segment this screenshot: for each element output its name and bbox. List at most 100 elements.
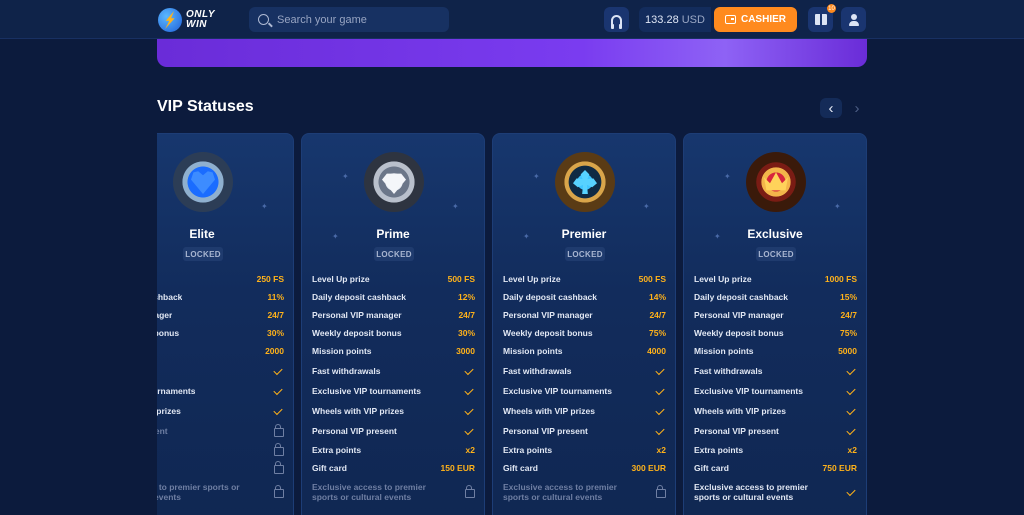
benefit-label: Daily deposit cashback xyxy=(503,292,598,302)
benefit-row: points2000 xyxy=(157,346,284,356)
benefit-label: posit cashback xyxy=(157,292,183,302)
benefit-row: Exclusive access to premier sports or cu… xyxy=(503,482,666,502)
benefit-row: Weekly deposit bonus 30% xyxy=(312,328,475,338)
benefit-row: posit cashback 11% xyxy=(157,292,284,302)
benefit-row: Personal VIP present xyxy=(503,425,666,436)
premier-badge-icon xyxy=(555,152,615,212)
chevron-left-icon: ‹ xyxy=(828,99,834,117)
benefit-value: 150 EUR xyxy=(440,463,476,473)
check-icon xyxy=(655,425,665,435)
check-icon xyxy=(846,486,856,496)
benefit-value: 24/7 xyxy=(840,310,857,320)
benefit-value: 750 EUR xyxy=(822,463,858,473)
benefit-label: Mission points xyxy=(694,346,754,356)
benefit-value: 75% xyxy=(839,328,857,338)
benefit-row: drawals xyxy=(157,365,284,376)
benefit-label: Gift card xyxy=(503,463,538,473)
benefit-row: Exclusive access to premier sports or cu… xyxy=(694,482,857,502)
benefit-label: Mission points xyxy=(312,346,372,356)
benefit-label: Extra points xyxy=(312,445,362,455)
sparkle-icon: ✦ xyxy=(261,202,268,211)
benefit-row: Extra points x2 xyxy=(503,445,666,455)
benefit-row: Fast withdrawals xyxy=(694,365,857,376)
check-icon xyxy=(655,385,665,395)
benefit-value: 75% xyxy=(648,328,666,338)
benefit-value: x2 xyxy=(465,445,475,455)
benefit-row: Gift card 300 EUR xyxy=(503,463,666,473)
benefit-row: Daily deposit cashback 15% xyxy=(694,292,857,302)
check-icon xyxy=(655,405,665,415)
chevron-right-icon: › xyxy=(854,99,860,117)
benefit-row: Gift card 150 EUR xyxy=(312,463,475,473)
cashier-label: CASHIER xyxy=(740,14,786,25)
benefit-label: Fast withdrawals xyxy=(312,366,381,376)
benefit-row: Extra points x2 xyxy=(694,445,857,455)
benefit-label: Exclusive VIP tournaments xyxy=(694,386,803,396)
vip-card-prime[interactable]: ✦ ✦ ✦ Prime LOCKED Level Up prize 500 FS Daily … xyxy=(301,133,485,515)
status-badge: LOCKED xyxy=(756,247,796,261)
lock-icon xyxy=(274,443,284,456)
check-icon xyxy=(464,425,474,435)
exclusive-badge-icon xyxy=(746,152,806,212)
search-box[interactable] xyxy=(249,7,449,32)
benefit-label: Extra points xyxy=(503,445,553,455)
benefit-value: x2 xyxy=(847,445,857,455)
sparkle-icon: ✦ xyxy=(533,172,540,181)
section-title: VIP Statuses xyxy=(157,98,254,115)
vip-card-exclusive[interactable]: ✦ ✦ ✦ Exclusive LOCKED Level Up prize 1000 FS D… xyxy=(683,133,867,515)
benefit-row: VIP manager 24/7 xyxy=(157,310,284,320)
benefit-value: 30% xyxy=(266,328,284,338)
logo[interactable]: ONLY WIN xyxy=(158,7,215,33)
benefit-value: x2 xyxy=(656,445,666,455)
benefit-label: e access to premier sports or cultural e… xyxy=(157,482,240,502)
benefit-row: e VIP tournaments xyxy=(157,385,284,396)
benefit-label: Wheels with VIP prizes xyxy=(503,406,595,416)
benefit-label: Exclusive access to premier sports or cu… xyxy=(694,482,808,502)
carousel-prev-button[interactable]: ‹ xyxy=(820,98,842,118)
balance-display: 133.28 USD xyxy=(639,7,711,32)
cashier-button[interactable]: CASHIER xyxy=(714,7,797,32)
support-button[interactable] xyxy=(604,7,629,32)
benefit-label: Extra points xyxy=(694,445,744,455)
sparkle-icon: ✦ xyxy=(643,202,650,211)
benefit-row: Weekly deposit bonus 75% xyxy=(694,328,857,338)
wallet-icon xyxy=(724,15,736,24)
heart-icon xyxy=(191,171,215,194)
benefit-row: Personal VIP manager 24/7 xyxy=(503,310,666,320)
top-header: ONLY WIN 133.28 USD CASHIER 10 xyxy=(0,0,1024,39)
vip-card-elite[interactable]: ✦✦✦EliteLOCKEDprize250 FSposit cashback1… xyxy=(157,133,294,515)
lock-icon xyxy=(274,424,284,437)
benefit-row: Exclusive access to premier sports or cu… xyxy=(312,482,475,502)
gifts-button[interactable]: 10 xyxy=(808,4,836,32)
gift-count-badge: 10 xyxy=(827,4,836,13)
benefit-row: Extra points x2 xyxy=(312,445,475,455)
benefit-label: Wheels with VIP prizes xyxy=(694,406,786,416)
elite-badge-icon xyxy=(173,152,233,212)
lock-icon xyxy=(656,485,666,498)
benefit-value: 11% xyxy=(267,292,284,302)
promo-banner[interactable] xyxy=(157,39,867,67)
benefit-label: Daily deposit cashback xyxy=(312,292,407,302)
benefit-value: 4000 xyxy=(647,346,666,356)
benefit-row: Personal VIP manager 24/7 xyxy=(312,310,475,320)
club-icon xyxy=(573,170,597,194)
benefit-value: 500 FS xyxy=(638,274,666,284)
benefit-value: 300 EUR xyxy=(631,463,667,473)
vip-card-premier[interactable]: ✦ ✦ ✦ Premier LOCKED Level Up prize 500 FS Dail… xyxy=(492,133,676,515)
benefit-label: Mission points xyxy=(503,346,563,356)
benefit-value: 14% xyxy=(648,292,666,302)
sparkle-icon: ✦ xyxy=(834,202,841,211)
carousel-next-button[interactable]: › xyxy=(846,98,868,118)
benefit-label: Gift card xyxy=(694,463,729,473)
check-icon xyxy=(846,425,856,435)
benefit-row: Mission points 4000 xyxy=(503,346,666,356)
benefit-value: 15% xyxy=(839,292,857,302)
benefit-row: Daily deposit cashback 14% xyxy=(503,292,666,302)
check-icon xyxy=(846,405,856,415)
benefit-row: Wheels with VIP prizes xyxy=(312,405,475,416)
benefit-row: Personal VIP present xyxy=(312,425,475,436)
benefit-label: Exclusive VIP tournaments xyxy=(312,386,421,396)
search-input[interactable] xyxy=(277,13,437,26)
benefit-row: Daily deposit cashback 12% xyxy=(312,292,475,302)
profile-button[interactable] xyxy=(841,7,866,32)
